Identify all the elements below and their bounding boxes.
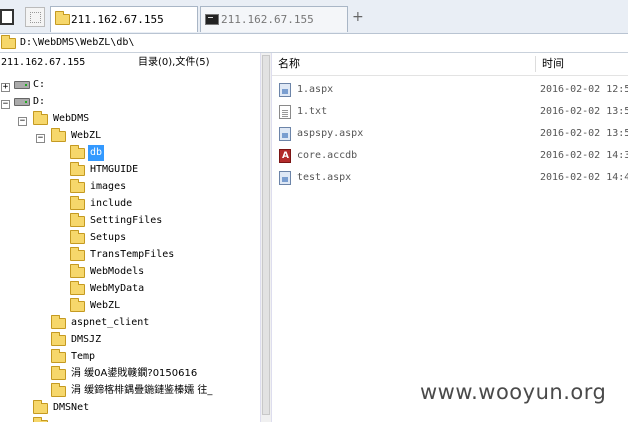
tree-node-label: DMSNet <box>53 402 90 413</box>
file-row[interactable]: 1.aspx 2016-02-02 12:5 <box>272 80 628 100</box>
folder-icon <box>70 162 85 176</box>
folder-icon <box>70 247 85 261</box>
file-name: 1.txt <box>297 106 328 117</box>
tree-node-label: SettingFiles <box>90 215 163 226</box>
watermark: www.wooyun.org <box>420 380 607 404</box>
tab-strip: 211.162.67.155 211.162.67.155 + <box>0 0 628 34</box>
column-header-name[interactable]: 名称 <box>278 53 300 75</box>
folder-icon <box>51 332 66 346</box>
file-time: 2016-02-02 13:5 <box>540 106 628 117</box>
tab-terminal[interactable]: 211.162.67.155 <box>200 6 348 32</box>
expand-toggle[interactable]: + <box>1 83 10 92</box>
file-name: test.aspx <box>297 172 352 183</box>
folder-icon <box>1 35 16 49</box>
file-time: 2016-02-02 14:4 <box>540 172 628 183</box>
collapse-toggle[interactable]: − <box>18 117 27 126</box>
window-menu-icon[interactable] <box>0 9 14 25</box>
dir-file-count: 目录(0),文件(5) <box>138 57 210 68</box>
folder-icon <box>70 179 85 193</box>
file-name: aspspy.aspx <box>297 128 364 139</box>
tree-node-label: WebModels <box>90 266 145 277</box>
collapse-toggle[interactable]: − <box>1 100 10 109</box>
folder-icon <box>55 11 70 25</box>
tree-node-label: images <box>90 181 127 192</box>
tree-node-label: 涓 缓0A鍙戝竷鐗?0150616 <box>71 368 198 379</box>
tree-header: 211.162.67.155 目录(0),文件(5) <box>0 53 262 73</box>
column-header-time[interactable]: 时间 <box>542 53 564 75</box>
folder-icon <box>70 281 85 295</box>
text-file-icon <box>279 105 291 119</box>
column-divider[interactable] <box>535 56 536 72</box>
folder-icon <box>70 230 85 244</box>
folder-icon <box>51 128 66 142</box>
file-name: 1.aspx <box>297 84 334 95</box>
new-tab-button[interactable]: + <box>352 9 364 25</box>
tree-node-label: aspnet_client <box>71 317 150 328</box>
tree-node-label: Setups <box>90 232 127 243</box>
folder-icon <box>33 111 48 125</box>
tree-node-label: WebDMS <box>53 113 90 124</box>
tree-node-label: WebZL <box>90 300 121 311</box>
host-label: 211.162.67.155 <box>1 57 86 68</box>
new-window-icon[interactable] <box>25 7 45 27</box>
tree-node-label: DMSJZ <box>71 334 102 345</box>
tree-node-label: Temp <box>71 351 96 362</box>
folder-icon <box>70 213 85 227</box>
file-row[interactable]: aspspy.aspx 2016-02-02 13:5 <box>272 124 628 144</box>
tree-node-label: D: <box>33 96 46 107</box>
tree-node-label-selected: db <box>88 145 105 161</box>
folder-icon <box>70 298 85 312</box>
folder-icon <box>51 383 66 397</box>
file-row[interactable]: core.accdb 2016-02-02 14:3 <box>272 146 628 166</box>
directory-tree-panel: 211.162.67.155 目录(0),文件(5) + C: − D: − W… <box>0 53 262 422</box>
tree-node-label: WebZL <box>71 130 102 141</box>
tab-label: 211.162.67.155 <box>221 13 314 26</box>
terminal-icon <box>205 14 219 25</box>
tab-label: 211.162.67.155 <box>71 13 164 26</box>
folder-icon <box>70 196 85 210</box>
tree-node-label: WebMyData <box>90 283 145 294</box>
tree-node-label: TransTempFiles <box>90 249 175 260</box>
path-bar[interactable]: D:\WebDMS\WebZL\db\ <box>0 34 628 53</box>
file-row[interactable]: test.aspx 2016-02-02 14:4 <box>272 168 628 188</box>
scrollbar-thumb[interactable] <box>262 55 270 415</box>
path-input[interactable]: D:\WebDMS\WebZL\db\ <box>20 34 134 52</box>
file-name: core.accdb <box>297 150 358 161</box>
tab-file-manager[interactable]: 211.162.67.155 <box>50 6 198 32</box>
file-time: 2016-02-02 14:3 <box>540 150 628 161</box>
folder-icon <box>51 315 66 329</box>
folder-icon <box>51 349 66 363</box>
aspx-file-icon <box>279 127 291 141</box>
folder-icon <box>51 366 66 380</box>
folder-icon <box>33 400 48 414</box>
file-row[interactable]: 1.txt 2016-02-02 13:5 <box>272 102 628 122</box>
folder-icon <box>70 145 85 159</box>
access-db-icon <box>279 146 291 166</box>
drive-icon <box>14 81 30 89</box>
tree-node-label: C: <box>33 79 46 90</box>
tree-scrollbar[interactable] <box>260 53 272 422</box>
file-time: 2016-02-02 12:5 <box>540 84 628 95</box>
folder-icon <box>70 264 85 278</box>
tree-node-label: include <box>90 198 133 209</box>
aspx-file-icon <box>279 171 291 185</box>
file-list-header: 名称 时间 <box>272 53 628 76</box>
aspx-file-icon <box>279 83 291 97</box>
drive-icon <box>14 98 30 106</box>
tree-node-label: 涓 缓鍗楁棑鍝疊鍦鏈鉴榛嬬 往_ <box>71 385 213 396</box>
file-time: 2016-02-02 13:5 <box>540 128 628 139</box>
tree-node-label: HTMGUIDE <box>90 164 139 175</box>
collapse-toggle[interactable]: − <box>36 134 45 143</box>
